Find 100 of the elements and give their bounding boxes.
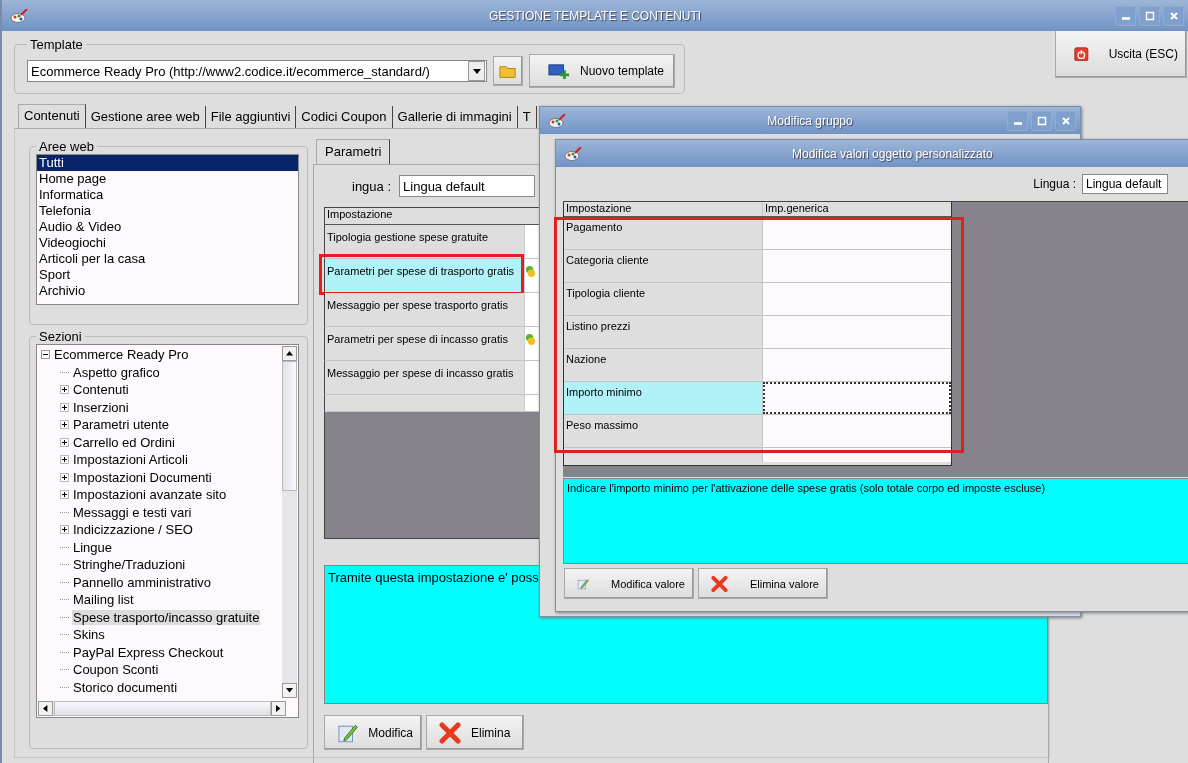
tree-item[interactable]: Lingue <box>72 539 114 555</box>
table-cell[interactable]: Importo minimo <box>564 382 763 414</box>
tree-item[interactable]: Skins <box>72 627 106 643</box>
scroll-right-icon[interactable] <box>276 705 281 712</box>
power-icon <box>1074 46 1089 62</box>
close-button[interactable] <box>1055 110 1076 131</box>
value-field[interactable] <box>763 283 951 315</box>
table-cell[interactable]: Parametri per spese di incasso gratis <box>325 327 525 360</box>
expand-icon[interactable] <box>60 525 69 535</box>
new-template-button[interactable]: Nuovo template <box>529 54 675 88</box>
tree-item[interactable]: Impostazioni avanzate sito <box>72 487 228 503</box>
delete-button[interactable]: Elimina valore <box>698 568 828 599</box>
value-field[interactable] <box>763 415 951 447</box>
value-field[interactable] <box>763 250 951 282</box>
list-item[interactable]: Archivio <box>37 283 298 299</box>
tree-item[interactable]: Mailing list <box>72 592 135 608</box>
list-item[interactable]: Informatica <box>37 187 298 203</box>
value-field[interactable] <box>763 382 951 414</box>
open-folder-button[interactable] <box>493 56 523 86</box>
exit-button[interactable]: Uscita (ESC) <box>1055 30 1187 78</box>
list-item[interactable]: Audio & Video <box>37 219 298 235</box>
tab[interactable]: Parametri <box>316 139 391 164</box>
delete-button[interactable]: Elimina <box>426 715 524 750</box>
tree-item[interactable]: Storico documenti <box>72 679 179 695</box>
language-field[interactable]: Lingua default <box>1082 174 1168 194</box>
tab[interactable]: Gestione aree web <box>85 106 206 128</box>
table-cell[interactable]: Tipologia gestione spese gratuite <box>325 225 525 258</box>
expand-icon[interactable] <box>60 472 69 482</box>
tree-item[interactable]: Impostazioni Articoli <box>72 452 189 468</box>
expand-icon[interactable] <box>60 402 69 412</box>
table-cell[interactable]: Messaggio per spese di incasso gratis <box>325 361 525 394</box>
tree-item[interactable]: Indicizzazione / SEO <box>72 522 194 538</box>
list-item[interactable]: Sport <box>37 267 298 283</box>
tree-item[interactable]: Impostazioni Documenti <box>72 469 213 485</box>
maximize-button[interactable] <box>1031 110 1052 131</box>
palette-icon <box>10 8 28 23</box>
scroll-up-icon[interactable] <box>286 351 293 356</box>
tree-item[interactable]: Aspetto grafico <box>72 364 161 380</box>
folder-icon <box>499 63 517 79</box>
value-field[interactable] <box>763 349 951 381</box>
vertical-scrollbar[interactable] <box>282 346 297 698</box>
edit-button[interactable]: Modifica <box>324 715 422 750</box>
tab[interactable]: File aggiuntivi <box>205 106 297 128</box>
scroll-left-icon[interactable] <box>43 705 48 712</box>
language-field[interactable]: Lingua default <box>399 175 536 197</box>
language-label: Lingua : <box>1033 177 1076 191</box>
description-box: Indicare l'importo minimo per l'attivazione delle spese gratis (solo totale corpo ed imposte escluse) <box>563 478 1188 564</box>
tab[interactable]: Contenuti <box>18 104 86 128</box>
list-item[interactable]: Home page <box>37 171 298 187</box>
tree-item[interactable]: PayPal Express Checkout <box>72 644 225 660</box>
value-field[interactable] <box>763 316 951 348</box>
tree-item[interactable]: Stringhe/Traduzioni <box>72 557 187 573</box>
window-title: Modifica gruppo <box>767 113 853 128</box>
maximize-icon <box>1144 10 1155 21</box>
tree-item[interactable]: Coupon Sconti <box>72 662 160 678</box>
template-dropdown[interactable]: Ecommerce Ready Pro (http://www2.codice.it/ecommerce_standard/) <box>27 60 487 82</box>
maximize-button[interactable] <box>1139 5 1160 26</box>
tree-item[interactable]: Pannello amministrativo <box>72 574 212 590</box>
list-item[interactable]: Tutti <box>37 155 298 171</box>
tree-item[interactable]: Inserzioni <box>72 399 130 415</box>
expand-icon[interactable] <box>60 455 69 465</box>
horizontal-scrollbar[interactable] <box>38 701 286 716</box>
palette-icon <box>564 146 582 161</box>
close-button[interactable] <box>1163 5 1184 26</box>
list-item[interactable]: Telefonia <box>37 203 298 219</box>
language-label: ingua : <box>352 178 392 194</box>
close-icon <box>1168 10 1179 21</box>
group-label: Template <box>29 37 84 52</box>
tab[interactable]: Codici Coupon <box>296 106 393 128</box>
tree-item[interactable]: Spese trasporto/incasso gratuite <box>72 609 261 625</box>
collapse-icon[interactable] <box>41 350 50 360</box>
tree-item[interactable]: Parametri utente <box>72 417 171 433</box>
expand-icon[interactable] <box>60 385 69 395</box>
minimize-button[interactable] <box>1007 110 1028 131</box>
minimize-button[interactable] <box>1115 5 1136 26</box>
tree-item[interactable]: Messaggi e testi vari <box>72 504 193 520</box>
expand-icon[interactable] <box>60 490 69 500</box>
column-header: Impostazione <box>326 208 394 222</box>
window-title: GESTIONE TEMPLATE E CONTENUTI <box>488 8 702 23</box>
tree-item[interactable]: Contenuti <box>72 382 130 398</box>
monitor-add-icon <box>548 62 570 80</box>
tab[interactable]: Gallerie di immagini <box>392 106 518 128</box>
close-icon <box>1060 115 1071 126</box>
expand-icon[interactable] <box>60 437 69 447</box>
tree-item[interactable]: Carrello ed Ordini <box>72 434 176 450</box>
table-cell[interactable]: Parametri per spese di trasporto gratis <box>325 259 525 292</box>
group-icon <box>525 333 536 346</box>
column-header: Impostazione <box>564 202 763 216</box>
table-cell[interactable]: Messaggio per spese trasporto gratis <box>325 293 525 326</box>
palette-icon <box>548 113 566 128</box>
expand-icon[interactable] <box>60 420 69 430</box>
delete-icon <box>439 721 461 744</box>
tree-item[interactable]: Ecommerce Ready Pro <box>53 347 190 363</box>
group-label: Aree web <box>38 139 95 154</box>
scroll-down-icon[interactable] <box>286 688 293 693</box>
edit-button[interactable]: Modifica valore <box>564 568 694 599</box>
tab[interactable]: T <box>517 106 537 128</box>
list-item[interactable]: Articoli per la casa <box>37 251 298 267</box>
list-item[interactable]: Videogiochi <box>37 235 298 251</box>
group-label: Sezioni <box>38 329 83 344</box>
